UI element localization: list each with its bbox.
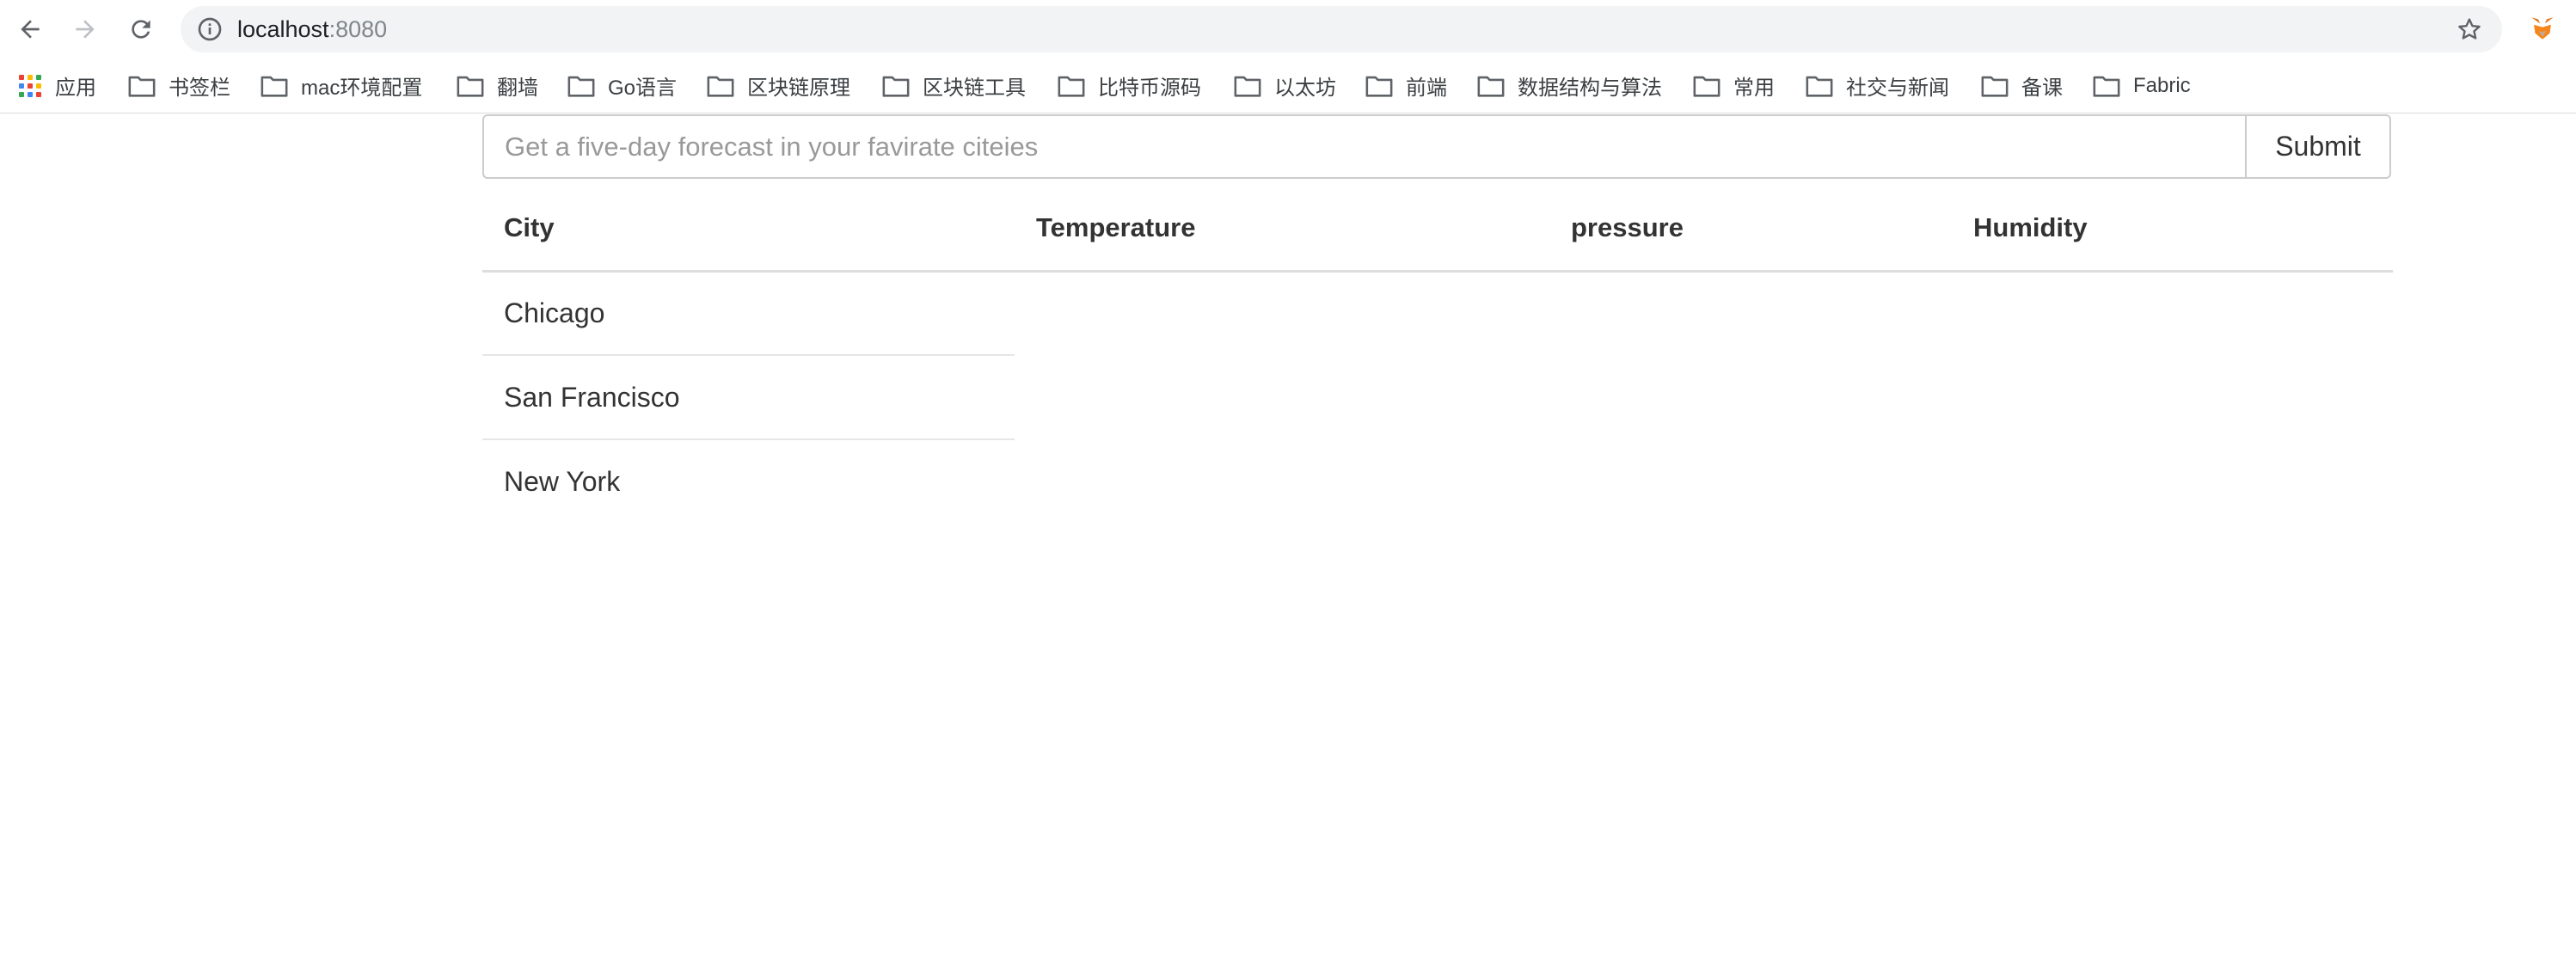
- bookmark-folder[interactable]: Fabric: [2092, 58, 2191, 113]
- column-header-pressure: pressure: [1549, 187, 1952, 273]
- city-search-input[interactable]: [482, 114, 2247, 179]
- apps-grid-icon: [19, 74, 41, 97]
- reload-icon[interactable]: [120, 9, 162, 50]
- bookmark-label: Go语言: [608, 77, 678, 100]
- bookmark-label: 区块链原理: [747, 77, 850, 100]
- bookmark-folder[interactable]: 区块链原理: [706, 58, 850, 113]
- bookmark-folder[interactable]: 翻墙: [456, 58, 538, 113]
- folder-icon: [1477, 76, 1505, 97]
- folder-icon: [261, 76, 288, 97]
- url-port: :8080: [328, 16, 388, 42]
- bookmark-apps[interactable]: 应用: [19, 58, 96, 113]
- bookmark-label: Fabric: [2133, 73, 2191, 97]
- city-cell: Chicago: [504, 297, 605, 328]
- bookmark-folder[interactable]: 比特币源码: [1057, 58, 1201, 113]
- city-cell: San Francisco: [482, 354, 1015, 439]
- bookmark-folder[interactable]: 书签栏: [127, 58, 230, 113]
- url-host: localhost: [237, 16, 329, 42]
- bookmark-label: 备课: [2021, 77, 2063, 100]
- bookmarks-bar: 应用 书签栏 mac环境配置 翻墙 Go语言 区块链原理 区块链工具 比特币源码…: [0, 58, 2576, 113]
- browser-toolbar: localhost:8080: [0, 0, 2576, 58]
- bookmark-label: 书签栏: [169, 77, 230, 100]
- folder-icon: [1234, 76, 1261, 97]
- column-header-temperature: Temperature: [1015, 187, 1549, 273]
- submit-button[interactable]: Submit: [2245, 114, 2391, 179]
- bookmark-folder[interactable]: 常用: [1692, 58, 1775, 113]
- bookmark-folder[interactable]: Go语言: [567, 58, 677, 113]
- bookmark-folder[interactable]: 数据结构与算法: [1476, 58, 1662, 113]
- folder-icon: [128, 76, 156, 97]
- bookmark-label: 前端: [1406, 77, 1447, 100]
- bookmark-label: 翻墙: [497, 77, 538, 100]
- folder-icon: [457, 76, 484, 97]
- folder-icon: [1693, 76, 1720, 97]
- bookmark-label: 常用: [1733, 77, 1775, 100]
- bookmark-label: 社交与新闻: [1846, 77, 1949, 100]
- column-header-humidity: Humidity: [1952, 187, 2393, 273]
- table-row: San Francisco: [482, 354, 2393, 439]
- bookmark-folder[interactable]: 备课: [1980, 58, 2063, 113]
- forecast-table: City Temperature pressure Humidity Chica…: [482, 187, 2393, 524]
- metamask-fox-icon[interactable]: [2528, 14, 2557, 43]
- column-header-city: City: [482, 187, 1015, 273]
- bookmark-label: 以太坊: [1274, 77, 1336, 100]
- folder-icon: [707, 76, 734, 97]
- bookmark-label: 比特币源码: [1098, 77, 1201, 100]
- bookmark-label: 应用: [55, 77, 96, 100]
- bookmark-folder[interactable]: 区块链工具: [881, 58, 1026, 113]
- forward-arrow-icon[interactable]: [64, 9, 106, 50]
- bookmark-folder[interactable]: 以太坊: [1233, 58, 1336, 113]
- folder-icon: [567, 76, 595, 97]
- bookmark-label: 数据结构与算法: [1518, 77, 1662, 100]
- back-arrow-icon[interactable]: [9, 9, 51, 50]
- address-bar[interactable]: localhost:8080: [181, 6, 2502, 52]
- forecast-cells: [1015, 439, 2393, 524]
- folder-icon: [1058, 76, 1085, 97]
- url-text[interactable]: localhost:8080: [237, 6, 387, 52]
- folder-icon: [1365, 76, 1393, 97]
- folder-icon: [1806, 76, 1833, 97]
- bookmark-folder[interactable]: 社交与新闻: [1805, 58, 1949, 113]
- folder-icon: [882, 76, 910, 97]
- bookmark-label: 区块链工具: [923, 77, 1026, 100]
- table-header-row: City Temperature pressure Humidity: [482, 187, 2393, 273]
- browser-chrome: localhost:8080 应用 书签栏 mac环境配置 翻墙 Go语言 区块…: [0, 0, 2576, 113]
- forecast-search-form: Submit: [482, 114, 2393, 179]
- forecast-cells: [1015, 271, 2393, 355]
- table-row: New York: [482, 438, 2393, 524]
- city-cell: New York: [482, 438, 1015, 524]
- info-icon[interactable]: [196, 15, 224, 43]
- forecast-cells: [1015, 355, 2393, 439]
- folder-icon: [1981, 76, 2009, 97]
- folder-icon: [2093, 76, 2120, 97]
- bookmark-folder[interactable]: 前端: [1365, 58, 1447, 113]
- bookmark-label: mac环境配置: [301, 77, 423, 100]
- star-icon[interactable]: [2456, 15, 2483, 43]
- table-row: Chicago: [482, 271, 2393, 355]
- bookmark-folder[interactable]: mac环境配置: [260, 58, 422, 113]
